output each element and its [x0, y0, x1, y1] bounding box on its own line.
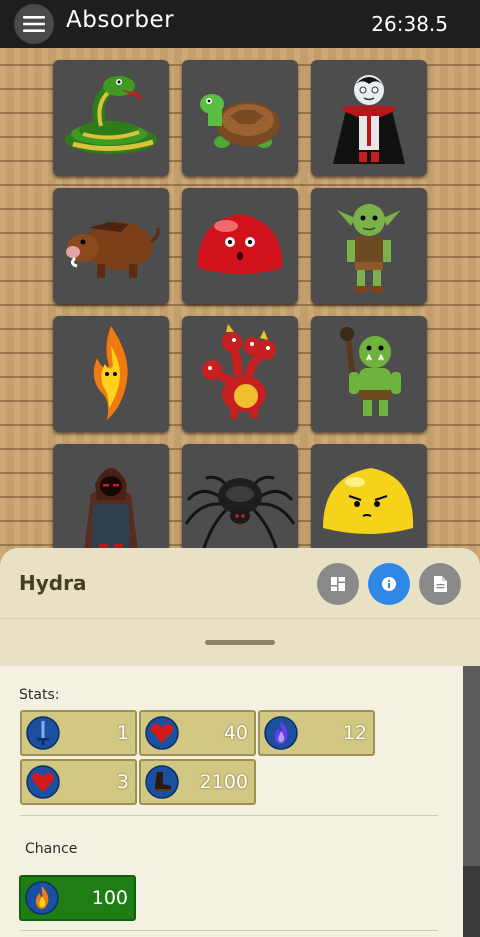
section-divider [20, 930, 438, 931]
stat-value: 2100 [199, 771, 248, 793]
hydra-icon [202, 324, 276, 418]
sheet-divider [0, 618, 480, 619]
red-slime-icon [197, 214, 283, 274]
stat-value: 12 [342, 722, 367, 744]
orc-icon [340, 327, 401, 416]
goblin-icon [337, 204, 401, 292]
chance-stat: 100 [19, 875, 136, 921]
chance-value: 100 [91, 887, 128, 909]
stat-value: 40 [223, 722, 248, 744]
fire-icon [25, 881, 59, 915]
heart-icon [26, 765, 60, 799]
top-app-bar: Absorber 26:38.5 [0, 0, 480, 48]
tile-hooded-rogue[interactable] [53, 444, 169, 560]
snake-icon [65, 76, 157, 154]
stat-value: 1 [116, 722, 129, 744]
boar-icon [66, 222, 160, 278]
stat-mana: 12 [258, 710, 375, 756]
tile-hydra[interactable] [182, 316, 298, 432]
tile-turtle[interactable] [182, 60, 298, 176]
scrollbar[interactable] [463, 666, 480, 937]
stats-label: Stats: [19, 687, 60, 703]
app-title: Absorber [66, 7, 175, 33]
tile-fire-spirit[interactable] [53, 316, 169, 432]
tile-goblin[interactable] [311, 188, 427, 304]
tile-yellow-slime[interactable] [311, 444, 427, 560]
details-sheet: Hydra Stats: 1 40 12 3 2100 Chance 100 [0, 548, 480, 937]
stat-speed: 2100 [139, 759, 256, 805]
tile-vampire[interactable] [311, 60, 427, 176]
monster-name: Hydra [19, 571, 87, 595]
stat-health: 40 [139, 710, 256, 756]
turtle-icon [200, 94, 280, 148]
chance-label: Chance [25, 841, 78, 857]
tile-spider[interactable] [182, 444, 298, 560]
heart-icon [145, 716, 179, 750]
details-content[interactable]: Stats: 1 40 12 3 2100 Chance 100 [0, 666, 480, 937]
section-divider [20, 815, 438, 816]
info-icon [382, 577, 396, 591]
timer: 26:38.5 [371, 12, 448, 36]
game-board [0, 48, 480, 568]
drag-handle[interactable] [205, 640, 275, 645]
info-button[interactable] [368, 563, 410, 605]
boot-icon [145, 765, 179, 799]
vampire-icon [333, 75, 405, 164]
fire-spirit-icon [93, 326, 128, 420]
hamburger-icon [23, 16, 45, 32]
stat-value: 3 [116, 771, 129, 793]
spider-icon [184, 475, 296, 549]
grid-view-button[interactable] [317, 563, 359, 605]
hooded-rogue-icon [83, 468, 139, 560]
stat-regen: 3 [20, 759, 137, 805]
tile-boar[interactable] [53, 188, 169, 304]
tile-red-slime[interactable] [182, 188, 298, 304]
grid-icon [331, 577, 345, 591]
blue-flame-icon [264, 716, 298, 750]
scrollbar-thumb[interactable] [463, 666, 480, 866]
sword-icon [26, 716, 60, 750]
tile-orc[interactable] [311, 316, 427, 432]
menu-button[interactable] [14, 4, 54, 44]
yellow-slime-icon [323, 468, 414, 534]
stat-attack: 1 [20, 710, 137, 756]
document-icon [433, 576, 447, 592]
tile-snake[interactable] [53, 60, 169, 176]
document-button[interactable] [419, 563, 461, 605]
